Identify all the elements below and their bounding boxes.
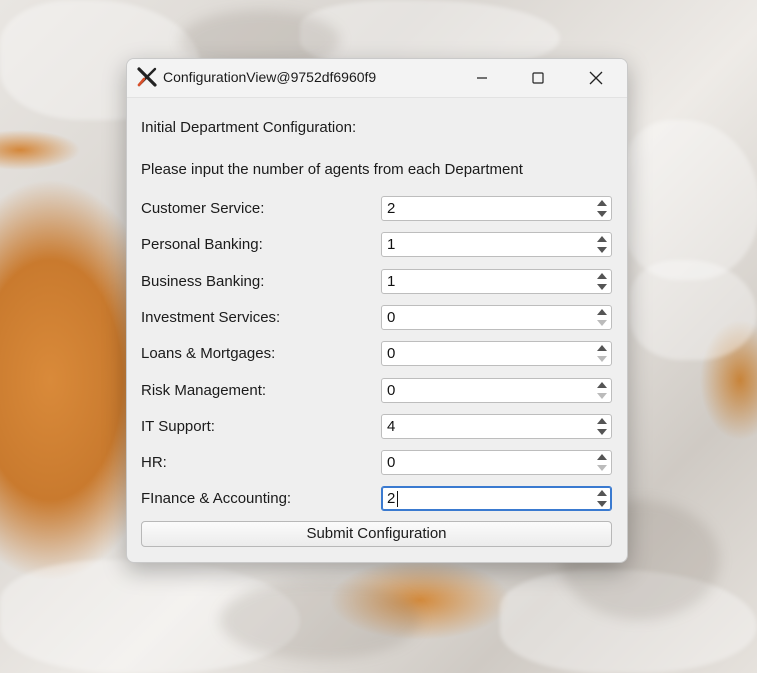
increment-arrow-icon[interactable] [597, 418, 607, 424]
department-label: HR: [141, 454, 167, 471]
department-row: IT Support: 4 [141, 414, 613, 440]
spin-arrows [593, 415, 611, 438]
agent-count-value[interactable]: 2 [387, 200, 395, 217]
agent-count-value[interactable]: 0 [387, 382, 395, 399]
configuration-window: ConfigurationView@9752df6960f9 Initial D… [126, 58, 628, 563]
decrement-arrow-icon[interactable] [597, 465, 607, 471]
decrement-arrow-icon[interactable] [597, 284, 607, 290]
title-bar[interactable]: ConfigurationView@9752df6960f9 [127, 59, 627, 98]
agent-count-spinbox[interactable]: 0 [381, 450, 612, 475]
agent-count-spinbox[interactable]: 2 [381, 486, 612, 511]
increment-arrow-icon[interactable] [597, 382, 607, 388]
department-label: Loans & Mortgages: [141, 345, 276, 362]
agent-count-spinbox[interactable]: 0 [381, 305, 612, 330]
agent-count-value[interactable]: 1 [387, 236, 395, 253]
decrement-arrow-icon[interactable] [597, 320, 607, 326]
decrement-arrow-icon[interactable] [597, 356, 607, 362]
maximize-button[interactable] [515, 59, 561, 97]
agent-count-spinbox[interactable]: 1 [381, 269, 612, 294]
department-row: Investment Services: 0 [141, 305, 613, 331]
increment-arrow-icon[interactable] [597, 490, 607, 496]
spin-arrows [593, 451, 611, 474]
spin-arrows [593, 487, 611, 510]
maximize-icon [532, 72, 544, 84]
agent-count-value[interactable]: 0 [387, 345, 395, 362]
department-row: Business Banking: 1 [141, 269, 613, 295]
x-logo-icon [137, 67, 157, 87]
agent-count-value[interactable]: 4 [387, 418, 395, 435]
agent-count-spinbox[interactable]: 0 [381, 341, 612, 366]
department-row: FInance & Accounting: 2 [141, 486, 613, 512]
close-icon [589, 71, 603, 85]
increment-arrow-icon[interactable] [597, 273, 607, 279]
agent-count-spinbox[interactable]: 0 [381, 378, 612, 403]
decrement-arrow-icon[interactable] [597, 393, 607, 399]
spin-arrows [593, 342, 611, 365]
department-row: Customer Service: 2 [141, 196, 613, 222]
form-heading: Initial Department Configuration: [141, 119, 357, 136]
spin-arrows [593, 197, 611, 220]
spin-arrows [593, 270, 611, 293]
increment-arrow-icon[interactable] [597, 454, 607, 460]
close-button[interactable] [573, 59, 619, 97]
department-label: Customer Service: [141, 200, 265, 217]
agent-count-spinbox[interactable]: 1 [381, 232, 612, 257]
decrement-arrow-icon[interactable] [597, 429, 607, 435]
decrement-arrow-icon[interactable] [597, 247, 607, 253]
spin-arrows [593, 233, 611, 256]
agent-count-value[interactable]: 1 [387, 273, 395, 290]
window-title: ConfigurationView@9752df6960f9 [163, 69, 377, 85]
department-label: FInance & Accounting: [141, 490, 292, 507]
department-label: Personal Banking: [141, 236, 263, 253]
agent-count-spinbox[interactable]: 4 [381, 414, 612, 439]
agent-count-value[interactable]: 0 [387, 454, 395, 471]
spin-arrows [593, 379, 611, 402]
increment-arrow-icon[interactable] [597, 200, 607, 206]
agent-count-spinbox[interactable]: 2 [381, 196, 612, 221]
department-row: Risk Management: 0 [141, 378, 613, 404]
department-label: Business Banking: [141, 273, 265, 290]
form-instruction: Please input the number of agents from e… [141, 161, 523, 178]
decrement-arrow-icon[interactable] [597, 211, 607, 217]
increment-arrow-icon[interactable] [597, 309, 607, 315]
department-row: HR: 0 [141, 450, 613, 476]
increment-arrow-icon[interactable] [597, 345, 607, 351]
department-row: Personal Banking: 1 [141, 232, 613, 258]
increment-arrow-icon[interactable] [597, 236, 607, 242]
submit-configuration-button[interactable]: Submit Configuration [141, 521, 612, 547]
decrement-arrow-icon[interactable] [597, 501, 607, 507]
spin-arrows [593, 306, 611, 329]
department-row: Loans & Mortgages: 0 [141, 341, 613, 367]
agent-count-value[interactable]: 2 [387, 490, 395, 507]
minimize-icon [476, 72, 488, 84]
department-label: Risk Management: [141, 382, 267, 399]
agent-count-value[interactable]: 0 [387, 309, 395, 326]
department-label: Investment Services: [141, 309, 281, 326]
text-caret [397, 491, 398, 507]
department-label: IT Support: [141, 418, 215, 435]
minimize-button[interactable] [459, 59, 505, 97]
